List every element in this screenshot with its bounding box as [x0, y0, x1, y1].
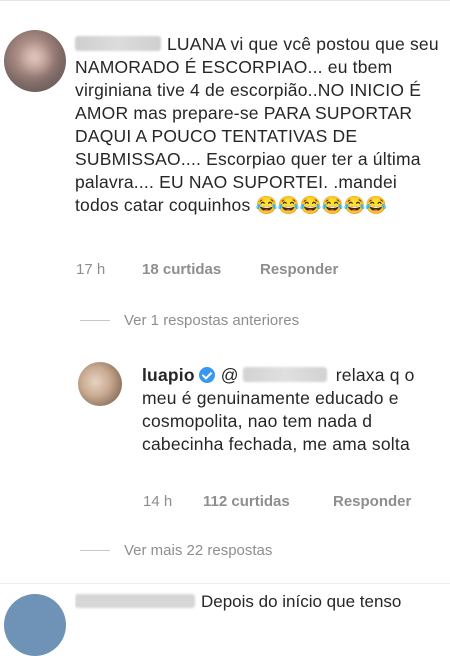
view-more-replies-label: Ver mais 22 respostas — [124, 542, 273, 559]
blurred-username[interactable] — [75, 36, 161, 51]
bottom-divider — [0, 583, 450, 584]
next-comment-text: Depois do início que tenso — [201, 592, 402, 611]
mention-at[interactable]: @ — [221, 365, 239, 385]
commenter-avatar[interactable] — [4, 30, 66, 92]
next-comment: Depois do início que tenso — [75, 592, 445, 612]
comment-1-time: 17 h — [76, 261, 106, 278]
comment-1-likes[interactable]: 18 curtidas — [142, 261, 221, 278]
replies-line — [80, 320, 110, 321]
comment-2-time: 14 h — [143, 493, 173, 510]
comment-1: LUANA vi que vcê postou que seu NAMORADO… — [75, 33, 445, 217]
top-divider — [0, 0, 450, 1]
verified-icon — [198, 367, 215, 383]
comment-2-reply-button[interactable]: Responder — [333, 493, 411, 510]
comment-2: luapio @ relaxa q o meu é genuinamente ed… — [142, 364, 437, 456]
blurred-mention[interactable] — [242, 367, 327, 382]
next-commenter-avatar[interactable] — [4, 594, 66, 656]
luapio-avatar[interactable] — [78, 362, 122, 406]
comment-2-likes[interactable]: 112 curtidas — [203, 493, 290, 510]
view-previous-replies[interactable]: Ver 1 respostas anteriores — [80, 312, 299, 329]
comment-1-reply-button[interactable]: Responder — [260, 261, 338, 278]
view-more-replies[interactable]: Ver mais 22 respostas — [80, 542, 272, 559]
blurred-next-username[interactable] — [75, 594, 195, 608]
comment-1-text: LUANA vi que vcê postou que seu NAMORADO… — [75, 34, 439, 215]
replies-line — [80, 550, 110, 551]
comment-2-username[interactable]: luapio — [142, 365, 195, 385]
view-previous-replies-label: Ver 1 respostas anteriores — [124, 312, 300, 329]
